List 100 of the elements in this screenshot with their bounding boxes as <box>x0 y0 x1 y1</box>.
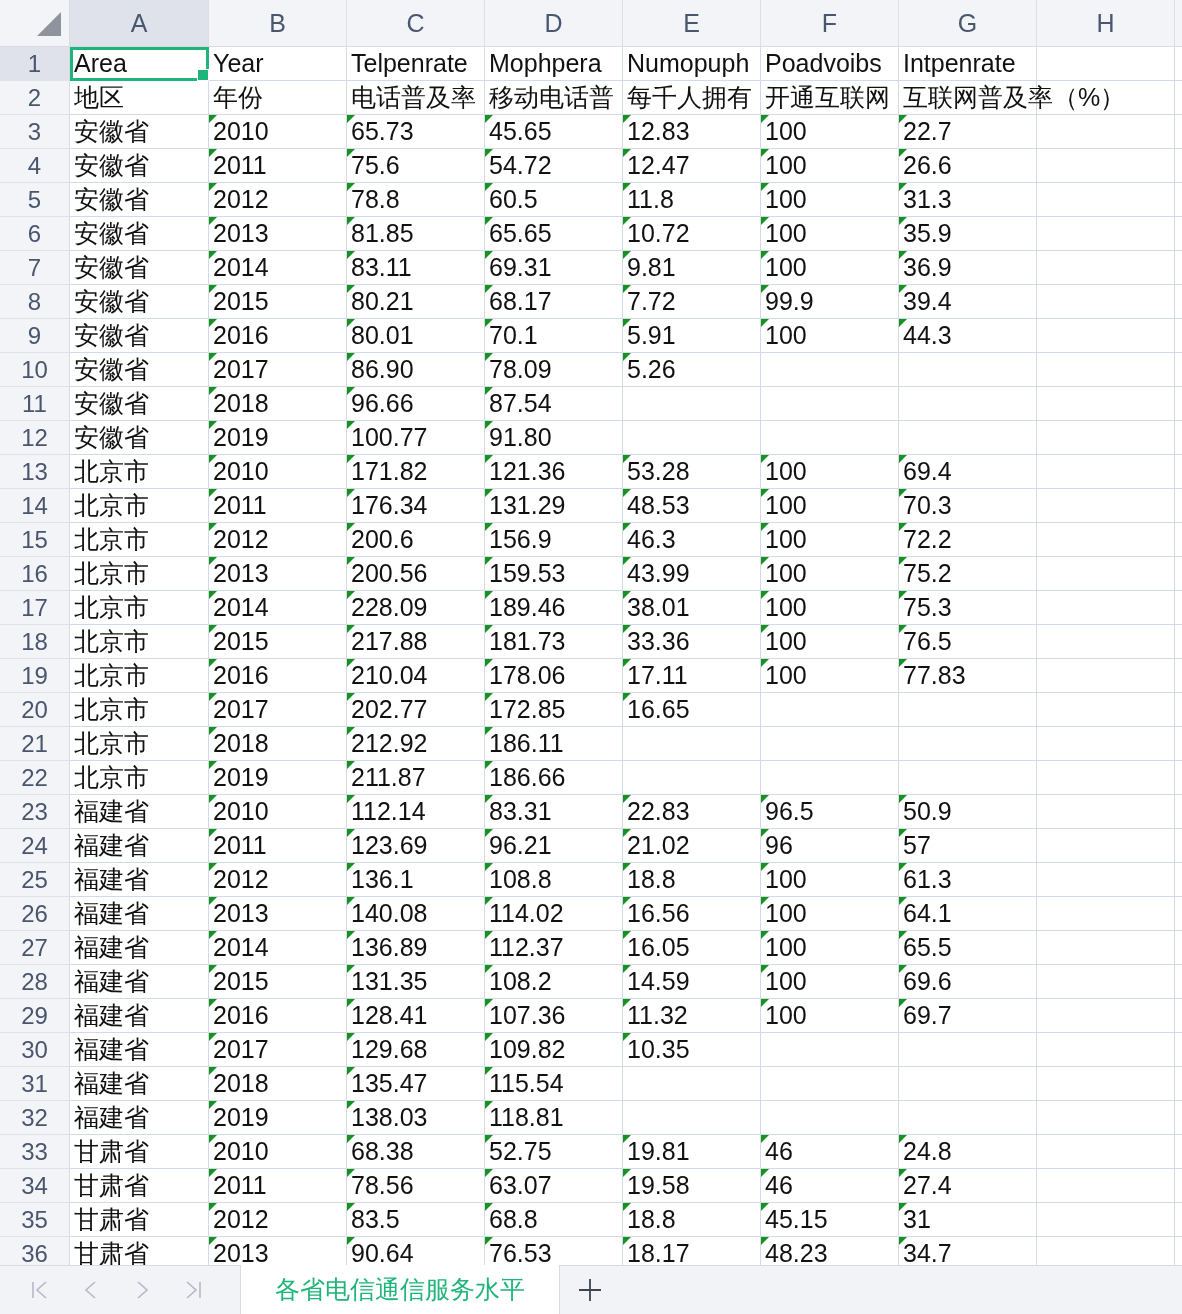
cell-text[interactable]: 2011 <box>213 831 267 859</box>
cell-text[interactable]: 100 <box>765 491 807 519</box>
cell-text[interactable]: 2019 <box>213 423 269 451</box>
cell-text[interactable]: 211.87 <box>351 763 426 791</box>
cell-text[interactable]: 90.64 <box>351 1239 414 1265</box>
cell-text[interactable]: 19.58 <box>627 1171 690 1199</box>
cell-text[interactable]: 电话普及率 <box>351 83 476 111</box>
cell-text[interactable]: 186.66 <box>489 763 566 791</box>
cell-text[interactable]: 安徽省 <box>74 355 149 383</box>
cell-text[interactable]: 100 <box>765 967 807 995</box>
row-header[interactable]: 5 <box>0 183 70 217</box>
cell-text[interactable]: 176.34 <box>351 491 428 519</box>
cell-text[interactable]: 70.1 <box>489 321 538 349</box>
cell-text[interactable]: 2016 <box>213 661 269 689</box>
cell-text[interactable]: 18.8 <box>627 865 676 893</box>
cell-text[interactable]: 217.88 <box>351 627 428 655</box>
cell-text[interactable]: 45.15 <box>765 1205 828 1233</box>
cell-text[interactable]: 11.8 <box>627 185 674 213</box>
cell-text[interactable]: 2015 <box>213 627 269 655</box>
cell-text[interactable]: 109.82 <box>489 1035 566 1063</box>
cell-text[interactable]: 86.90 <box>351 355 414 383</box>
cell-text[interactable]: 172.85 <box>489 695 566 723</box>
cell-text[interactable]: 2017 <box>213 695 269 723</box>
cell-text[interactable]: 200.56 <box>351 559 428 587</box>
cell-text[interactable]: 北京市 <box>74 593 149 621</box>
cell-text[interactable]: 26.6 <box>903 151 952 179</box>
cell-text[interactable]: Telpenrate <box>351 49 468 77</box>
cell-text[interactable]: 61.3 <box>903 865 952 893</box>
row-header[interactable]: 20 <box>0 693 70 727</box>
cell-text[interactable]: 2013 <box>213 1239 269 1265</box>
cell-text[interactable]: 2010 <box>213 1137 269 1165</box>
cell-text[interactable]: 2011 <box>213 151 267 179</box>
cell-text[interactable]: 2014 <box>213 253 269 281</box>
cell-text[interactable]: 118.81 <box>489 1103 564 1131</box>
cell-text[interactable]: 北京市 <box>74 627 149 655</box>
cell-text[interactable]: 212.92 <box>351 729 428 757</box>
cell-text[interactable]: 83.31 <box>489 797 552 825</box>
row-header[interactable]: 9 <box>0 319 70 353</box>
cell-text[interactable]: 33.36 <box>627 627 690 655</box>
cell-text[interactable]: 互联网普及率（%） <box>903 83 1126 111</box>
row-header[interactable]: 28 <box>0 965 70 999</box>
cell-text[interactable]: 69.4 <box>903 457 952 485</box>
row-header[interactable]: 13 <box>0 455 70 489</box>
cell-text[interactable]: 安徽省 <box>74 253 149 281</box>
cell-text[interactable]: Numopuph <box>627 49 750 77</box>
cell-text[interactable]: 38.01 <box>627 593 690 621</box>
cell-text[interactable]: 114.02 <box>489 899 564 927</box>
row-header[interactable]: 29 <box>0 999 70 1033</box>
row-header[interactable]: 3 <box>0 115 70 149</box>
cell-text[interactable]: Year <box>213 49 264 77</box>
cell-text[interactable]: 21.02 <box>627 831 690 859</box>
row-header[interactable]: 14 <box>0 489 70 523</box>
cell-text[interactable]: 87.54 <box>489 389 552 417</box>
column-header[interactable]: E <box>623 0 761 47</box>
row-header[interactable]: 26 <box>0 897 70 931</box>
cell-text[interactable]: 75.6 <box>351 151 400 179</box>
cell-text[interactable]: 甘肃省 <box>74 1137 149 1165</box>
column-header[interactable]: F <box>761 0 899 47</box>
cell-text[interactable]: 10.35 <box>627 1035 690 1063</box>
cell-text[interactable]: 136.1 <box>351 865 414 893</box>
row-header[interactable]: 31 <box>0 1067 70 1101</box>
cell-text[interactable]: 121.36 <box>489 457 566 485</box>
cell-text[interactable]: 96.66 <box>351 389 414 417</box>
cell-text[interactable]: 安徽省 <box>74 151 149 179</box>
add-sheet-icon[interactable] <box>578 1278 602 1302</box>
cell-text[interactable]: 36.9 <box>903 253 952 281</box>
cell-text[interactable]: 140.08 <box>351 899 428 927</box>
cell-text[interactable]: 2012 <box>213 185 269 213</box>
cell-text[interactable]: 159.53 <box>489 559 566 587</box>
cell-text[interactable]: 129.68 <box>351 1035 428 1063</box>
cell-text[interactable]: 11.32 <box>627 1001 688 1029</box>
cell-text[interactable]: 69.6 <box>903 967 952 995</box>
column-header[interactable]: G <box>899 0 1037 47</box>
cell-text[interactable]: 70.3 <box>903 491 952 519</box>
cell-text[interactable]: 65.73 <box>351 117 414 145</box>
cell-text[interactable]: 46 <box>765 1137 793 1165</box>
cell-text[interactable]: 2018 <box>213 1069 269 1097</box>
cell-text[interactable]: 77.83 <box>903 661 966 689</box>
cell-text[interactable]: 安徽省 <box>74 219 149 247</box>
cell-text[interactable]: 2011 <box>213 491 267 519</box>
cell-text[interactable]: 2018 <box>213 729 269 757</box>
cell-text[interactable]: 72.2 <box>903 525 952 553</box>
cell-text[interactable]: 福建省 <box>74 933 149 961</box>
cell-text[interactable]: 65.5 <box>903 933 952 961</box>
cell-text[interactable]: 131.35 <box>351 967 428 995</box>
cell-text[interactable]: 78.56 <box>351 1171 414 1199</box>
row-header[interactable]: 8 <box>0 285 70 319</box>
cell-text[interactable]: 2010 <box>213 457 269 485</box>
cell-text[interactable]: 46 <box>765 1171 793 1199</box>
cell-selection-frame[interactable]: Area <box>70 47 209 81</box>
cell-text[interactable]: 100 <box>765 593 807 621</box>
cell-text[interactable]: 北京市 <box>74 729 149 757</box>
cell-text[interactable]: Area <box>74 49 127 77</box>
cell-text[interactable]: 100 <box>765 321 807 349</box>
column-header[interactable]: A <box>70 0 209 47</box>
cell-text[interactable]: 2017 <box>213 1035 269 1063</box>
row-header[interactable]: 7 <box>0 251 70 285</box>
cell-text[interactable]: Intpenrate <box>903 49 1016 77</box>
cell-text[interactable]: 安徽省 <box>74 423 149 451</box>
cell-text[interactable]: 年份 <box>213 83 263 111</box>
